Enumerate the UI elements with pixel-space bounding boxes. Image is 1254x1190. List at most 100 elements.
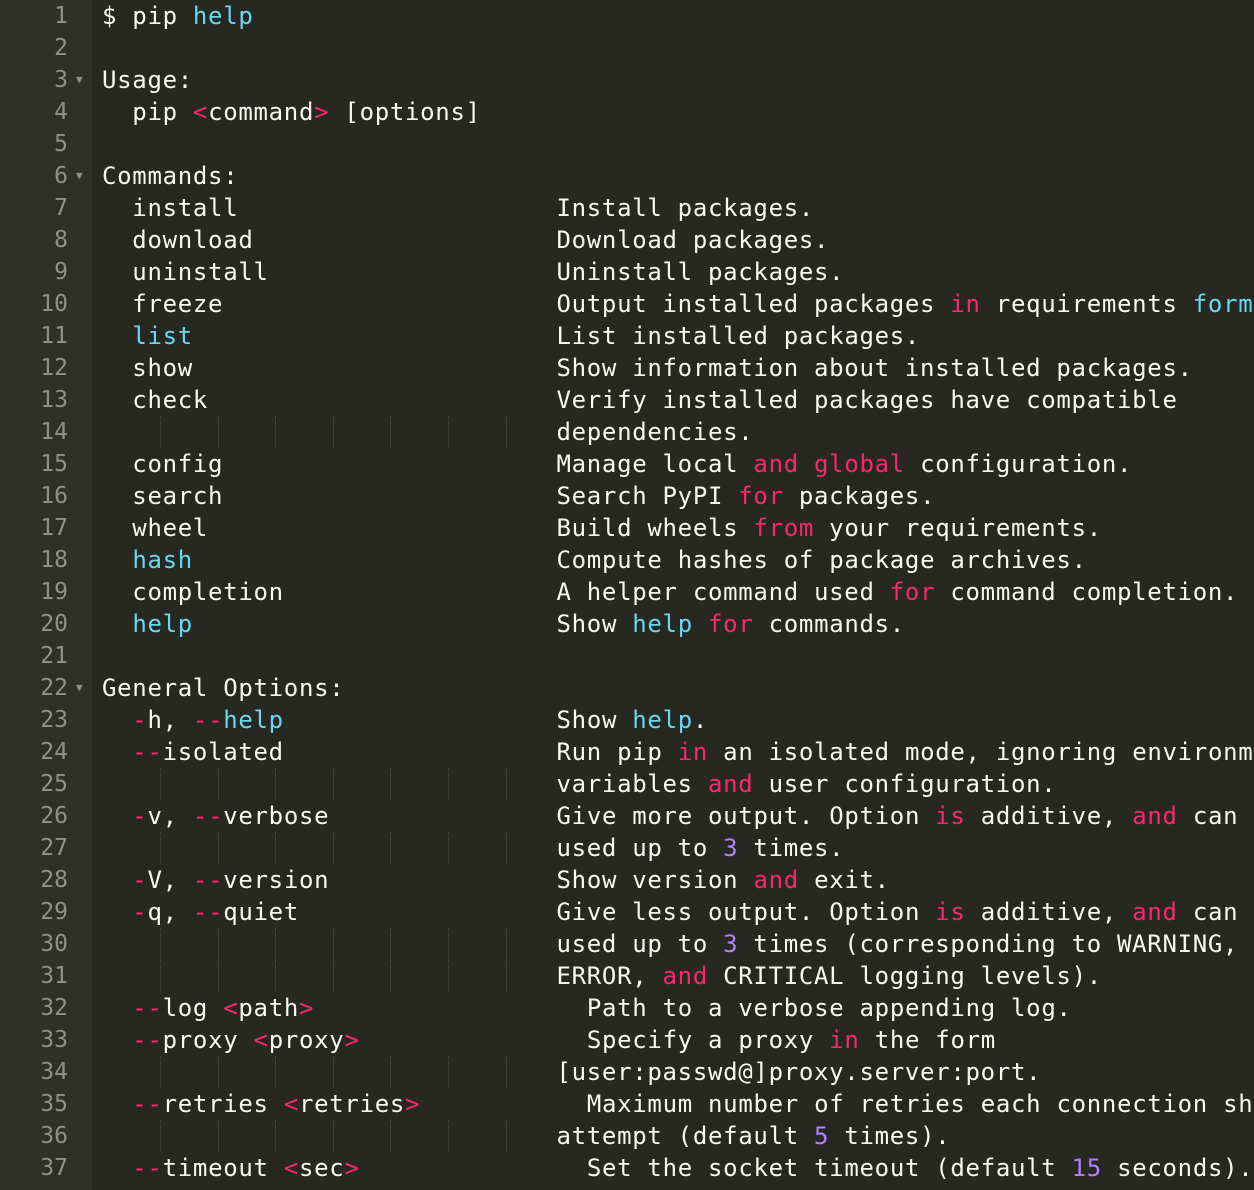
code-content[interactable]: 1 $ pip help 2 3 ▼ Usage: 4 pip <command> [opt… [0, 0, 1254, 1184]
code-token: proxy [162, 1026, 254, 1054]
code-token: . [692, 706, 709, 734]
code-token: -- [192, 706, 224, 734]
code-line[interactable]: 10 freeze Output installed packages in r… [0, 288, 1254, 320]
code-line[interactable]: 15 config Manage local and global config… [0, 448, 1254, 480]
code-line[interactable]: 26 -v, --verbose Give more output. Optio… [0, 800, 1254, 832]
line-number: 22 [40, 675, 68, 701]
code-line[interactable]: 37 --timeout <sec> Set the socket timeou… [0, 1152, 1254, 1184]
code-token: used up to [102, 834, 724, 862]
fold-arrow-icon[interactable]: ▼ [76, 672, 83, 704]
code-token: List installed packages. [192, 322, 921, 350]
code-text: --retries <retries> Maximum number of re… [102, 1088, 1254, 1120]
code-editor[interactable]: 1 $ pip help 2 3 ▼ Usage: 4 pip <command> [opt… [0, 0, 1254, 1190]
code-line[interactable]: 11 list List installed packages. [0, 320, 1254, 352]
line-number: 24 [40, 739, 68, 765]
code-text: dependencies. [102, 416, 753, 448]
code-line[interactable]: 32 --log <path> Path to a verbose append… [0, 992, 1254, 1024]
code-token: exit. [798, 866, 890, 894]
code-token: search Search PyPI [102, 482, 739, 510]
code-line[interactable]: 2 [0, 32, 1254, 64]
code-text: used up to 3 times (corresponding to WAR… [102, 928, 1238, 960]
line-number: 32 [40, 995, 68, 1021]
code-line[interactable]: 7 install Install packages. [0, 192, 1254, 224]
code-token: Maximum number of retries each connectio… [420, 1090, 1254, 1118]
code-line[interactable]: 17 wheel Build wheels from your requirem… [0, 512, 1254, 544]
code-line[interactable]: 23 -h, --help Show help. [0, 704, 1254, 736]
code-token: -- [132, 1026, 163, 1054]
code-token: > [314, 98, 330, 126]
code-text: Commands: [102, 160, 238, 192]
code-line[interactable]: 22 ▼ General Options: [0, 672, 1254, 704]
code-text: install Install packages. [102, 192, 814, 224]
code-line[interactable]: 35 --retries <retries> Maximum number of… [0, 1088, 1254, 1120]
code-text: show Show information about installed pa… [102, 352, 1193, 384]
code-token: verbose Give more output. Option [223, 802, 936, 830]
line-number: 21 [40, 643, 68, 669]
code-token: config Manage local [102, 450, 754, 478]
code-token: $ pip [102, 2, 193, 30]
line-number: 35 [40, 1091, 68, 1117]
code-token: help [132, 610, 193, 638]
line-number: 29 [40, 899, 68, 925]
code-line[interactable]: 33 --proxy <proxy> Specify a proxy in th… [0, 1024, 1254, 1056]
code-token: sec [298, 1154, 345, 1182]
line-number: 23 [40, 707, 68, 733]
code-token: pip [102, 98, 193, 126]
code-token: -- [132, 738, 163, 766]
code-line[interactable]: 13 check Verify installed packages have … [0, 384, 1254, 416]
code-line[interactable]: 28 -V, --version Show version and exit. [0, 864, 1254, 896]
line-number: 36 [40, 1123, 68, 1149]
code-line[interactable]: 20 help Show help for commands. [0, 608, 1254, 640]
fold-arrow-icon[interactable]: ▼ [76, 160, 83, 192]
code-token: and [753, 866, 799, 894]
code-line[interactable]: 21 [0, 640, 1254, 672]
line-number: 13 [40, 387, 68, 413]
code-line[interactable]: 29 -q, --quiet Give less output. Option … [0, 896, 1254, 928]
code-text: $ pip help [102, 0, 254, 32]
code-token: configuration. [904, 450, 1133, 478]
code-line[interactable]: 4 pip <command> [options] [0, 96, 1254, 128]
code-line[interactable]: 14 dependencies. [0, 416, 1254, 448]
code-token: Set the socket timeout (default [359, 1154, 1072, 1182]
code-line[interactable]: 16 search Search PyPI for packages. [0, 480, 1254, 512]
code-token: can be [1192, 898, 1254, 926]
code-token: global [814, 450, 905, 478]
line-number: 37 [40, 1155, 68, 1181]
fold-arrow-icon[interactable]: ▼ [76, 64, 83, 96]
code-token: requirements [980, 290, 1193, 318]
code-line[interactable]: 1 $ pip help [0, 0, 1254, 32]
code-token: < [283, 1090, 299, 1118]
code-line[interactable]: 27 used up to 3 times. [0, 832, 1254, 864]
code-token: -- [132, 1090, 163, 1118]
code-line[interactable]: 31 ERROR, and CRITICAL logging levels). [0, 960, 1254, 992]
code-line[interactable]: 36 attempt (default 5 times). [0, 1120, 1254, 1152]
code-line[interactable]: 30 used up to 3 times (corresponding to … [0, 928, 1254, 960]
code-token: attempt (default [102, 1122, 815, 1150]
code-token: [options] [329, 98, 481, 126]
code-line[interactable]: 8 download Download packages. [0, 224, 1254, 256]
code-line[interactable]: 25 variables and user configuration. [0, 768, 1254, 800]
code-line[interactable]: 19 completion A helper command used for … [0, 576, 1254, 608]
code-line[interactable]: 34 [user:passwd@]proxy.server:port. [0, 1056, 1254, 1088]
code-token: > [299, 994, 315, 1022]
code-line[interactable]: 5 [0, 128, 1254, 160]
code-line[interactable]: 18 hash Compute hashes of package archiv… [0, 544, 1254, 576]
code-text: -q, --quiet Give less output. Option is … [102, 896, 1254, 928]
code-token: in [677, 738, 709, 766]
code-line[interactable]: 3 ▼ Usage: [0, 64, 1254, 96]
code-token: -- [132, 1154, 163, 1182]
code-line[interactable]: 12 show Show information about installed… [0, 352, 1254, 384]
code-token: - [132, 898, 148, 926]
code-line[interactable]: 6 ▼ Commands: [0, 160, 1254, 192]
code-text: -h, --help Show help. [102, 704, 708, 736]
code-token: can be [1192, 802, 1254, 830]
line-number: 28 [40, 867, 68, 893]
code-line[interactable]: 9 uninstall Uninstall packages. [0, 256, 1254, 288]
code-token: from [753, 514, 815, 542]
code-line[interactable]: 24 --isolated Run pip in an isolated mod… [0, 736, 1254, 768]
code-token: Usage: [102, 66, 193, 94]
